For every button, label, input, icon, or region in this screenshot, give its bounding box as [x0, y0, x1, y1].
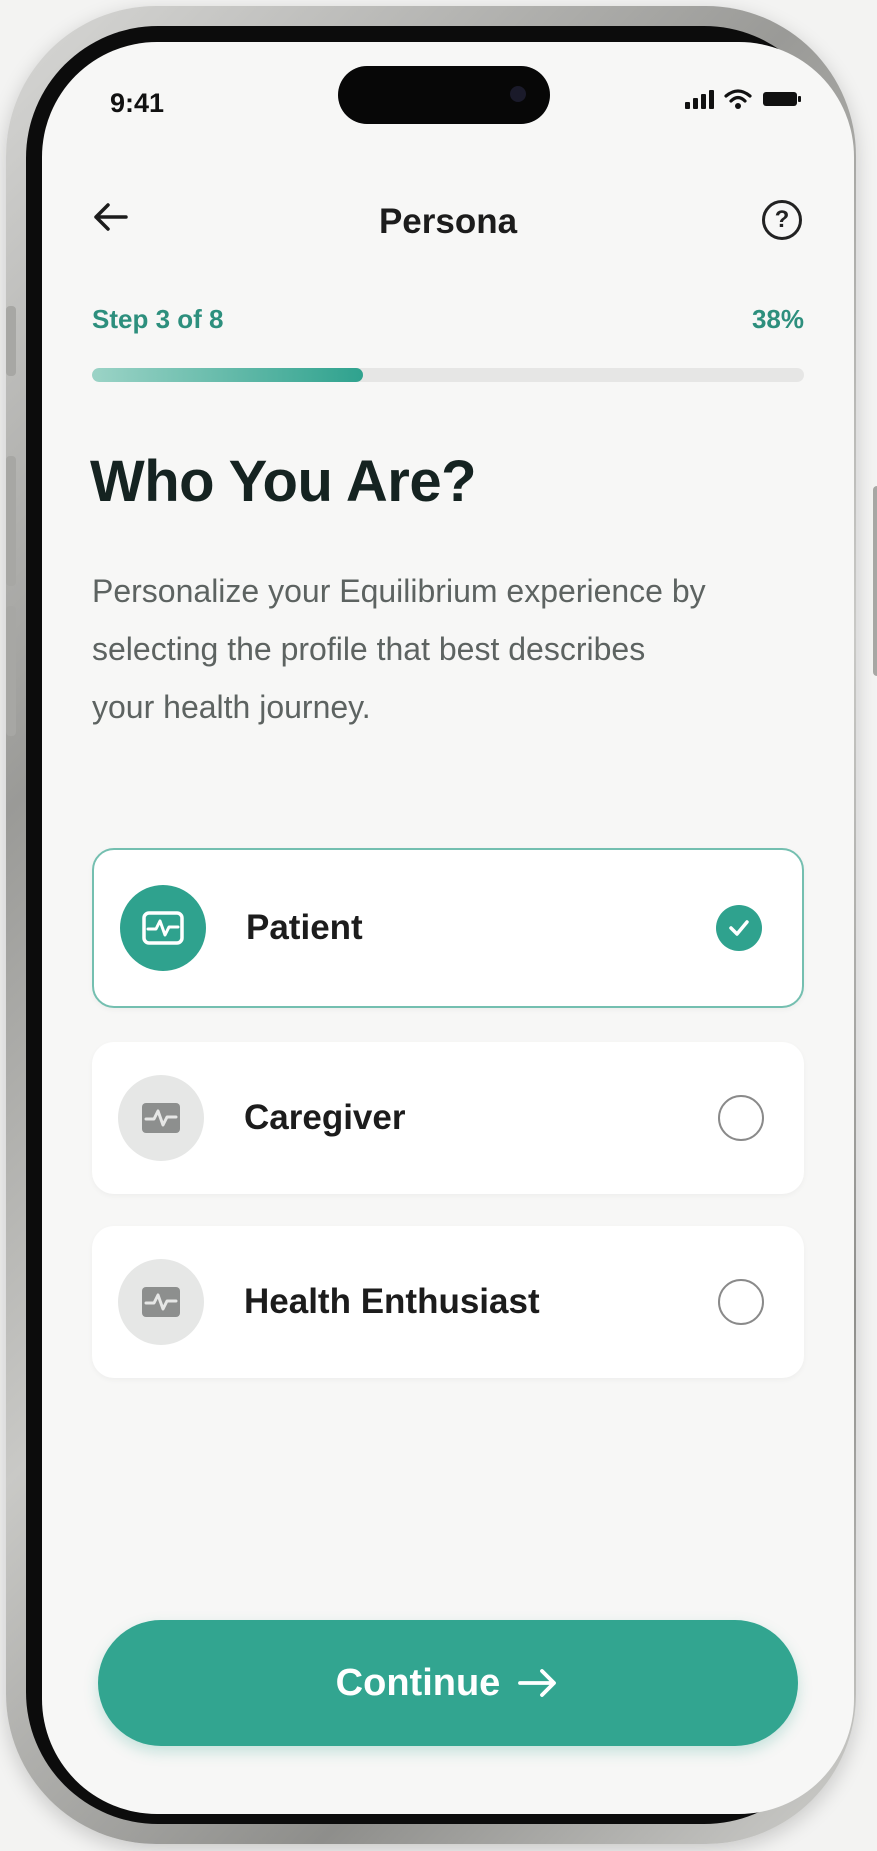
option-health-enthusiast[interactable]: Health Enthusiast: [92, 1226, 804, 1378]
radio-button[interactable]: [718, 1095, 764, 1141]
radio-button[interactable]: [718, 1279, 764, 1325]
continue-button[interactable]: Continue: [98, 1620, 798, 1746]
continue-label: Continue: [335, 1661, 501, 1704]
dynamic-island: [338, 66, 550, 124]
volume-up-button: [6, 456, 16, 586]
screen: 9:41 Persona ? Step 3 of 8 38% Who You A…: [42, 42, 854, 1814]
description: Personalize your Equilibrium experience …: [92, 573, 706, 725]
progress-fill: [92, 368, 363, 382]
headline: Who You Are?: [90, 449, 477, 514]
camera-icon: [510, 86, 526, 102]
arrow-right-icon: [518, 1669, 557, 1697]
progress-percent: 38%: [751, 304, 804, 334]
option-label: Patient: [246, 908, 363, 947]
step-label: Step 3 of 8: [92, 304, 224, 334]
heartbeat-monitor-icon: [118, 1259, 204, 1345]
signal-icon: [685, 89, 714, 109]
progress-bar: [92, 368, 804, 382]
mute-switch: [6, 306, 16, 376]
page-title: Persona: [378, 202, 518, 241]
power-button: [873, 486, 877, 676]
wifi-icon: [724, 89, 752, 109]
heartbeat-monitor-icon: [118, 1075, 204, 1161]
help-button[interactable]: ?: [762, 200, 802, 240]
heartbeat-monitor-icon: [120, 885, 206, 971]
checkmark-icon: [716, 905, 762, 951]
option-patient[interactable]: Patient: [92, 848, 804, 1008]
status-icons: [685, 88, 802, 110]
volume-down-button: [6, 606, 16, 736]
question-mark-icon: ?: [774, 206, 790, 233]
option-caregiver[interactable]: Caregiver: [92, 1042, 804, 1194]
option-label: Caregiver: [244, 1098, 406, 1137]
battery-icon: [763, 92, 801, 106]
option-label: Health Enthusiast: [244, 1282, 540, 1321]
status-time: 9:41: [110, 88, 165, 118]
